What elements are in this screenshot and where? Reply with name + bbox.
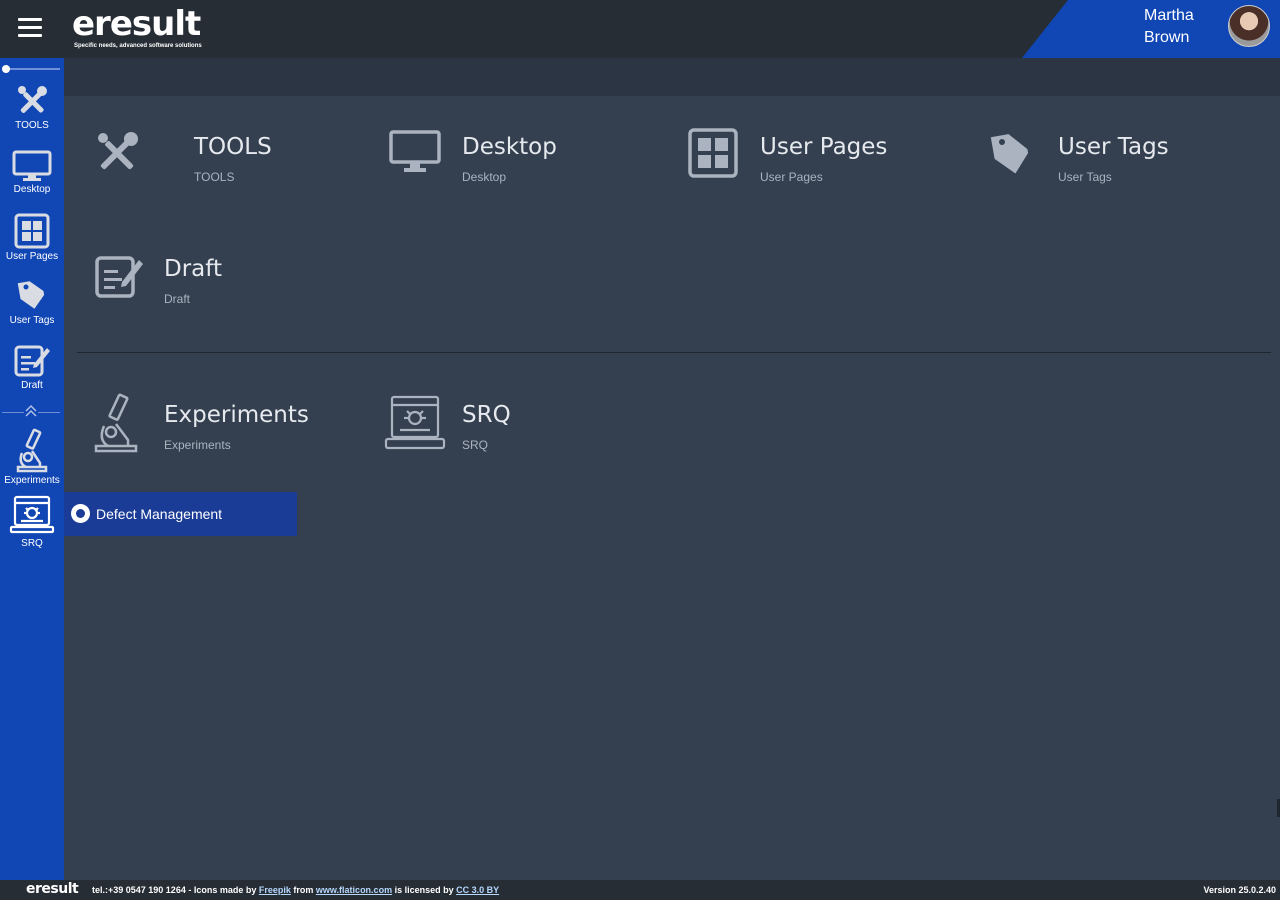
tile-title: SRQ [462,402,511,428]
tile-subtitle: Desktop [462,170,507,184]
sidebar-item-label: TOOLS [15,120,49,131]
monitor-icon [389,130,441,172]
sidebar-slider-track [2,68,60,70]
cc-license-link[interactable]: CC 3.0 BY [456,885,499,895]
draft-icon [95,256,143,298]
tile-title: User Pages [760,134,888,160]
tile-draft[interactable]: Draft Draft [94,252,384,332]
tile-desktop[interactable]: Desktop Desktop [389,130,679,210]
tag-icon [990,134,1029,174]
tile-title: Experiments [164,402,309,428]
tile-subtitle: User Pages [760,170,823,184]
freepik-link[interactable]: Freepik [259,885,291,895]
sidebar: TOOLS Desktop User Pages User Tags Draft… [0,58,64,880]
microscope-icon [16,428,48,473]
tile-experiments[interactable]: Experiments Experiments [92,392,382,472]
tile-user-pages[interactable]: User Pages User Pages [688,128,978,208]
sidebar-item-desktop[interactable]: Desktop [0,150,64,195]
footer-credits: tel.:+39 0547 190 1264 - Icons made by F… [92,885,499,895]
menu-item-label: Defect Management [96,506,223,522]
tools-icon [98,132,138,170]
sidebar-item-experiments[interactable]: Experiments [0,427,64,486]
footer-text: is licensed by [392,885,457,895]
sidebar-item-label: SRQ [21,538,43,549]
tile-subtitle: Experiments [164,438,231,452]
avatar[interactable] [1228,5,1270,47]
tile-srq[interactable]: SRQ SRQ [384,394,674,474]
tile-title: Draft [164,256,222,282]
defect-management-menu-item[interactable]: Defect Management [64,492,297,536]
grid-icon [14,213,50,249]
sidebar-item-label: User Pages [5,251,59,262]
footer-text: from [290,885,316,895]
sidebar-item-label: Desktop [13,184,51,195]
sidebar-item-user-tags[interactable]: User Tags [0,277,64,326]
flaticon-link[interactable]: www.flaticon.com [316,885,392,895]
sidebar-item-user-pages[interactable]: User Pages [0,213,64,262]
sidebar-item-srq[interactable]: SRQ [0,494,64,549]
microscope-icon [94,393,138,453]
bug-laptop-icon [9,495,55,534]
draft-icon [14,345,50,377]
sidebar-item-draft[interactable]: Draft [0,342,64,391]
bug-laptop-icon [384,395,446,450]
monitor-icon [12,150,52,181]
sidebar-item-label: Draft [21,380,43,391]
top-bar: eresult Specific needs, advanced softwar… [0,0,1280,58]
hamburger-menu-icon[interactable] [18,18,42,38]
section-divider [77,352,1271,353]
sidebar-slider-knob[interactable] [2,65,10,73]
sidebar-item-label: User Tags [9,315,55,326]
logo-word: eresult [72,4,201,44]
user-name: Martha Brown [1144,7,1194,46]
chevron-up-icon[interactable] [24,404,38,418]
sidebar-item-tools[interactable]: TOOLS [0,84,64,131]
radio-icon [71,504,90,523]
user-panel[interactable]: Martha Brown [1022,0,1280,58]
eresult-logo[interactable]: eresult Specific needs, advanced softwar… [72,4,202,49]
main-content: TOOLS TOOLS Desktop Desktop User Pages U… [64,96,1280,880]
tile-tools[interactable]: TOOLS TOOLS [94,130,384,210]
tile-subtitle: User Tags [1058,170,1112,184]
tile-subtitle: SRQ [462,438,489,452]
version-label: Version 25.0.2.40 [1203,885,1276,895]
footer-text: tel.:+39 0547 190 1264 - Icons made by [92,885,259,895]
sub-toolbar [64,58,1280,96]
footer: eresult tel.:+39 0547 190 1264 - Icons m… [0,880,1280,900]
tile-subtitle: Draft [164,292,191,306]
sidebar-item-label: Experiments [4,475,60,486]
footer-logo: eresult [26,881,79,897]
tile-title: User Tags [1058,134,1169,160]
tile-title: TOOLS [194,134,272,160]
grid-icon [688,128,738,178]
tile-user-tags[interactable]: User Tags User Tags [990,130,1280,210]
tile-subtitle: TOOLS [194,170,235,184]
tile-title: Desktop [462,134,557,160]
tag-icon [17,281,45,309]
tools-icon [18,86,47,113]
logo-tagline: Specific needs, advanced software soluti… [74,43,202,49]
